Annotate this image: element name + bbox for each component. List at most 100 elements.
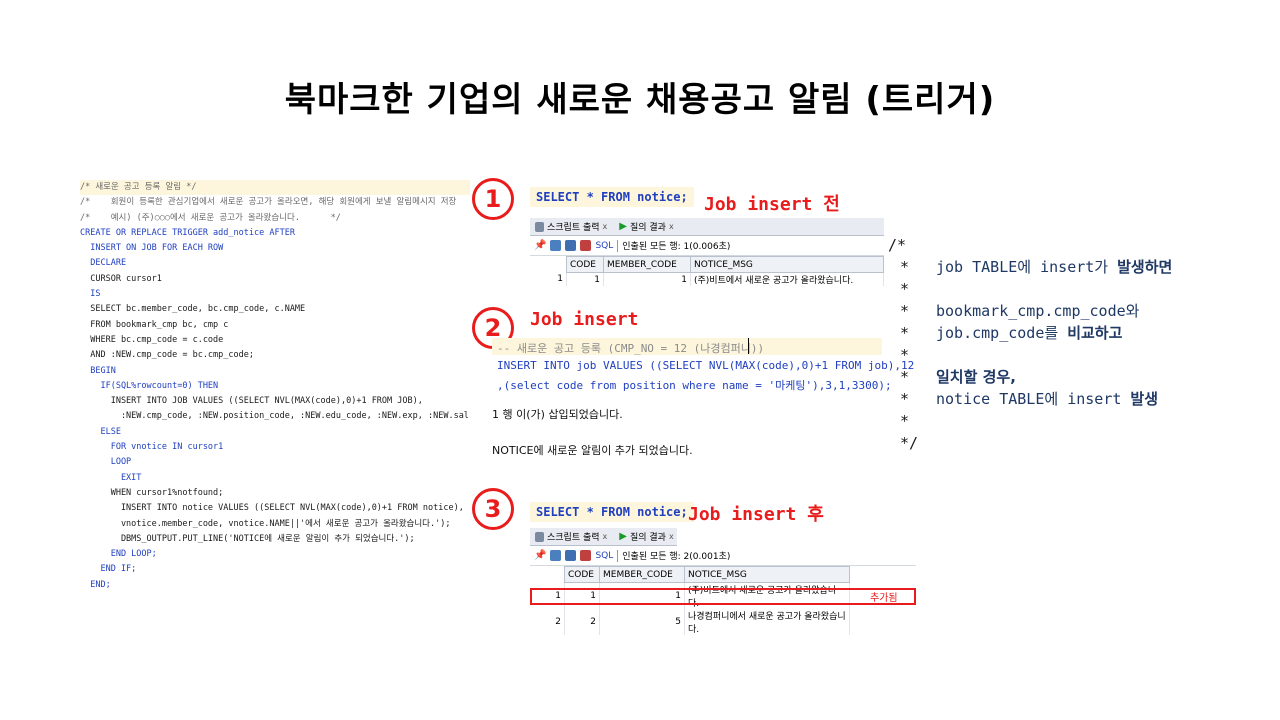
step2-sql-comment: -- 새로운 공고 등록 (CMP_NO = 12 (나경컴퍼니)) [497,342,765,355]
column-header[interactable]: MEMBER_CODE [603,256,691,273]
comment-line: * [900,346,910,364]
tab-query-result[interactable]: ▶ 질의 결과 x [616,220,676,233]
cell-member-code: 5 [599,609,685,635]
close-icon[interactable]: x [603,222,608,231]
code-line: /* 예시) (주)○○○에서 새로운 공고가 올라왔습니다. */ [80,212,341,223]
sql-button[interactable]: SQL [595,241,613,251]
comment-close: */ [900,434,919,452]
clear-icon[interactable] [580,550,592,561]
pin-icon[interactable]: 📌 [534,550,546,561]
code-line: AND :NEW.cmp_code = bc.cmp_code; [80,350,254,361]
column-header[interactable]: NOTICE_MSG [684,566,850,583]
code-line: LOOP [80,457,132,468]
column-header[interactable]: MEMBER_CODE [599,566,685,583]
step3-sql: SELECT * FROM notice; [530,502,694,522]
column-header[interactable]: CODE [566,256,604,273]
code-line: INSERT INTO JOB VALUES ((SELECT NVL(MAX(… [80,396,423,407]
close-icon[interactable]: x [669,222,674,231]
code-line: IS [80,289,101,300]
table-row[interactable]: 1 1 1 (주)비트에서 새로운 공고가 올라왔습니다. [530,272,884,286]
step-number-3: 3 [472,488,514,530]
code-line: vnotice.member_code, vnotice.NAME||'에서 새… [80,518,451,529]
code-line: END LOOP; [80,549,157,560]
comment-line: * job.cmp_code를 비교하고 [900,324,1123,342]
cell-member-code: 1 [603,272,691,286]
column-header[interactable]: CODE [564,566,600,583]
grid-header-row: CODE MEMBER_CODE NOTICE_MSG [530,256,884,273]
result-tabbar: 스크립트 출력 x ▶ 질의 결과 x [530,528,677,546]
comment-line: * bookmark_cmp.cmp_code와 [900,302,1140,320]
comment-line: * notice TABLE에 insert 발생 [900,390,1159,408]
added-row-highlight [530,588,916,605]
tab-query-result[interactable]: ▶ 질의 결과 x [616,530,676,543]
row-index: 1 [530,272,567,286]
table-row[interactable]: 2 2 5 나경컴퍼니에서 새로운 공고가 올라왔습니다. [530,609,850,635]
code-line: CREATE OR REPLACE TRIGGER add_notice AFT… [80,227,295,238]
export-icon[interactable] [565,550,577,561]
comment-line: * [900,280,910,298]
result-tabbar: 스크립트 출력 x ▶ 질의 결과 x [530,218,884,236]
code-line: DBMS_OUTPUT.PUT_LINE('NOTICE에 새로운 알림이 추가… [80,533,415,544]
step3-label: Job insert 후 [688,504,824,525]
step1-label: Job insert 전 [704,194,840,215]
print-icon[interactable] [550,550,562,561]
code-line: FROM bookmark_cmp bc, cmp c [80,319,229,330]
code-line: EXIT [80,472,142,483]
code-line: IF(SQL%rowcount=0) THEN [80,380,219,391]
comment-open: /* [888,236,907,254]
cell-code: 2 [564,609,600,635]
step2-output: NOTICE에 새로운 알림이 추가 되었습니다. [492,444,693,457]
script-icon [535,221,544,232]
added-label: 추가됨 [870,593,898,604]
code-line: CURSOR cursor1 [80,273,162,284]
code-line: /* 회원이 등록한 관심기업에서 새로운 공고가 올라오면, 해당 회원에게 … [80,197,457,208]
comment-line: * [900,412,910,430]
page-title: 북마크한 기업의 새로운 채용공고 알림 (트리거) [284,80,996,120]
column-header[interactable]: NOTICE_MSG [690,256,884,273]
tab-script-output[interactable]: 스크립트 출력 x [532,220,610,233]
print-icon[interactable] [550,240,562,251]
cell-notice-msg: 나경컴퍼니에서 새로운 공고가 올라왔습니다. [684,609,850,635]
close-icon[interactable]: x [603,532,608,541]
pin-icon[interactable]: 📌 [534,240,546,251]
step-number-1: 1 [472,178,514,220]
result-toolbar: 📌 SQL 인출된 모든 행: 2(0.001초) [530,546,916,566]
toolbar-divider [617,549,619,562]
comment-line: * 일치할 경우, [900,368,1016,386]
script-icon [535,531,544,542]
code-line: INSERT INTO notice VALUES ((SELECT NVL(M… [80,503,464,514]
text-cursor [748,338,749,354]
code-line: SELECT bc.member_code, bc.cmp_code, c.NA… [80,304,306,315]
clear-icon[interactable] [580,240,592,251]
code-line: :NEW.cmp_code, :NEW.position_code, :NEW.… [80,411,470,422]
comment-block: /* * job TABLE에 insert가 발생하면 * * bookmark_… [888,234,1172,454]
fetch-info: 인출된 모든 행: 2(0.001초) [622,552,731,562]
result-toolbar: 📌 SQL 인출된 모든 행: 1(0.006초) [530,236,884,256]
code-line: DECLARE [80,258,127,269]
comment-line: * job TABLE에 insert가 발생하면 [900,258,1173,276]
code-line: FOR vnotice IN cursor1 [80,442,224,453]
grid-header-row: CODE MEMBER_CODE NOTICE_MSG [530,566,850,583]
close-icon[interactable]: x [669,532,674,541]
cell-code: 1 [566,272,604,286]
tab-script-output[interactable]: 스크립트 출력 x [532,530,610,543]
step1-result-pane: 스크립트 출력 x ▶ 질의 결과 x 📌 SQL 인출된 모든 행: 1(0.… [530,218,884,294]
play-icon: ▶ [619,531,627,542]
step2-sql-line: ,(select code from position where name =… [497,379,892,392]
cell-notice-msg: (주)비트에서 새로운 공고가 올라왔습니다. [690,272,884,286]
code-line: WHERE bc.cmp_code = c.code [80,334,224,345]
sql-button[interactable]: SQL [595,551,613,561]
code-line: WHEN cursor1%notfound; [80,487,224,498]
result-grid: CODE MEMBER_CODE NOTICE_MSG 1 1 1 (주)비트에… [530,256,884,286]
step2-output: 1 행 이(가) 삽입되었습니다. [492,408,623,421]
export-icon[interactable] [565,240,577,251]
trigger-code-panel: /* 새로운 공고 등록 알림 */ /* 회원이 등록한 관심기업에서 새로운… [80,180,470,593]
code-line: /* 새로운 공고 등록 알림 */ [80,180,470,196]
step2-sql-line: INSERT INTO job VALUES ((SELECT NVL(MAX(… [497,359,915,372]
row-index: 2 [530,609,565,635]
toolbar-divider [617,239,619,252]
code-line: ELSE [80,426,121,437]
fetch-info: 인출된 모든 행: 1(0.006초) [622,242,731,252]
code-line: END IF; [80,564,137,575]
code-line: INSERT ON JOB FOR EACH ROW [80,243,224,254]
